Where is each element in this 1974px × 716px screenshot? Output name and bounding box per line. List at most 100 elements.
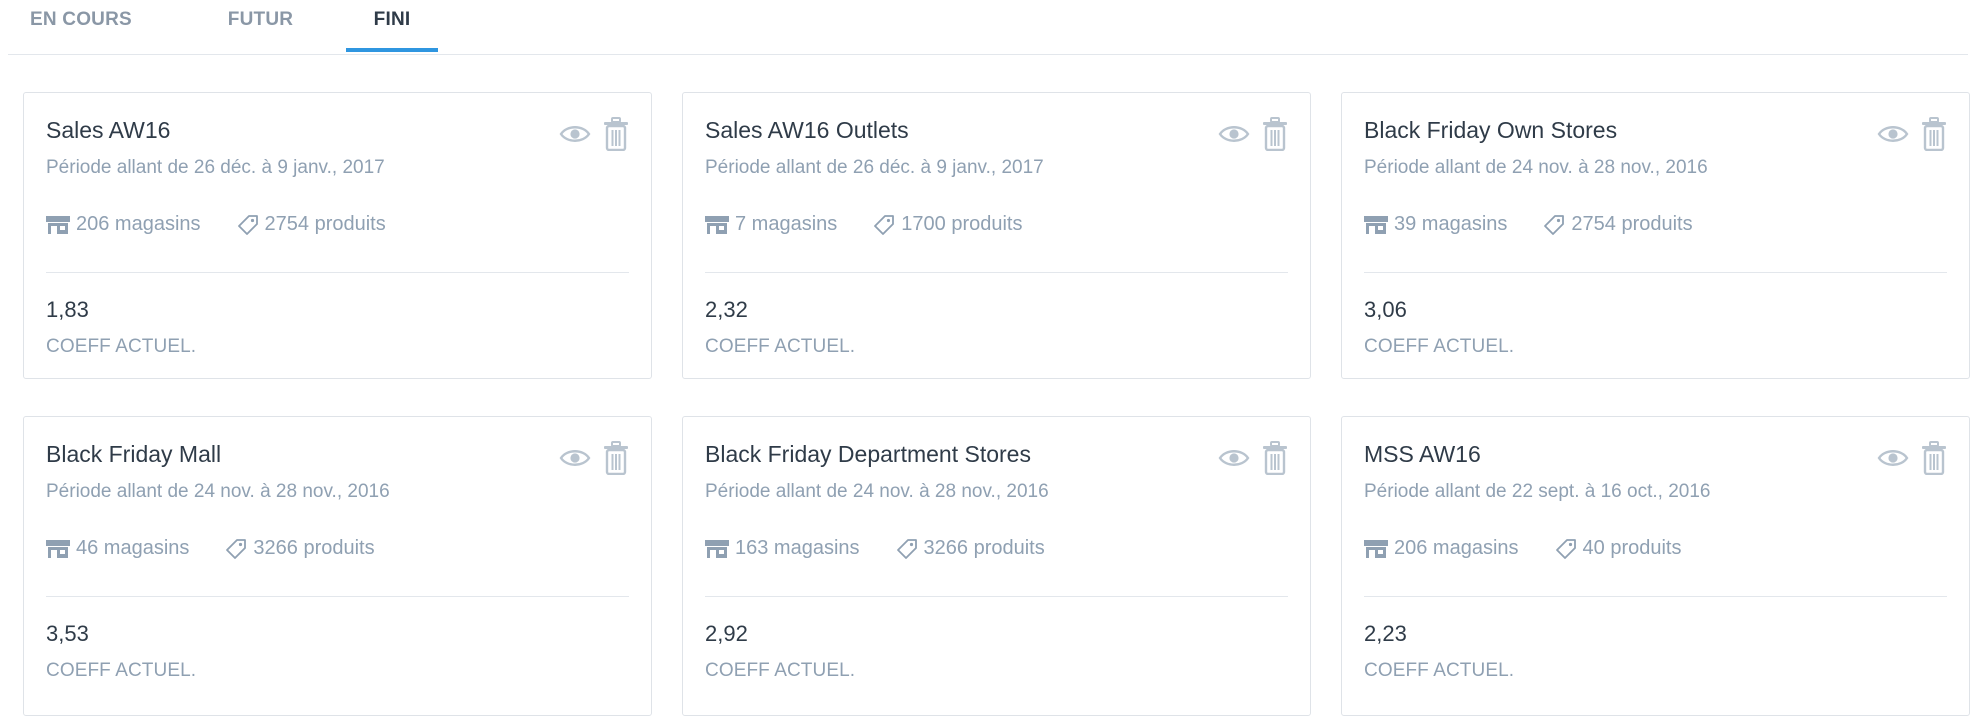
tag-icon: [225, 538, 247, 560]
tab-en-cours[interactable]: EN COURS: [8, 0, 143, 52]
trash-icon[interactable]: [1921, 441, 1947, 475]
card-divider: [1364, 272, 1947, 273]
stores-count: 39 magasins: [1364, 213, 1507, 236]
card-stats: 163 magasins 3266 produits: [705, 537, 1045, 560]
store-icon: [1364, 215, 1388, 235]
products-label: 2754 produits: [1571, 213, 1693, 235]
coeff-value: 2,23: [1364, 621, 1407, 646]
tag-icon: [873, 214, 895, 236]
eye-icon[interactable]: [1218, 123, 1250, 145]
store-icon: [46, 215, 70, 235]
trash-icon[interactable]: [1921, 117, 1947, 151]
tab-fini[interactable]: FINI: [346, 0, 438, 52]
stores-count: 163 magasins: [705, 537, 860, 560]
trash-icon[interactable]: [603, 117, 629, 151]
card-period: Période allant de 24 nov. à 28 nov., 201…: [46, 481, 390, 502]
stores-label: 206 magasins: [1394, 537, 1519, 559]
eye-icon[interactable]: [1218, 447, 1250, 469]
coeff-label: COEFF ACTUEL.: [46, 660, 197, 681]
stores-label: 206 magasins: [76, 213, 201, 235]
campaign-card[interactable]: MSS AW16 Période allant de 22 sept. à 16…: [1341, 416, 1970, 716]
card-divider: [705, 596, 1288, 597]
products-label: 3266 produits: [253, 537, 375, 559]
card-actions: [559, 441, 629, 475]
coeff-value: 2,92: [705, 621, 748, 646]
store-icon: [705, 539, 729, 559]
eye-icon[interactable]: [559, 123, 591, 145]
card-divider: [705, 272, 1288, 273]
stores-label: 46 magasins: [76, 537, 190, 559]
stores-count: 46 magasins: [46, 537, 189, 560]
tag-icon: [896, 538, 918, 560]
products-count: 3266 produits: [225, 537, 375, 560]
card-stats: 39 magasins 2754 produits: [1364, 213, 1693, 236]
card-divider: [46, 596, 629, 597]
eye-icon[interactable]: [1877, 447, 1909, 469]
card-actions: [559, 117, 629, 151]
tag-icon: [1543, 214, 1565, 236]
coeff-value: 3,06: [1364, 297, 1407, 322]
card-actions: [1877, 441, 1947, 475]
products-label: 2754 produits: [264, 213, 386, 235]
card-actions: [1877, 117, 1947, 151]
coeff-label: COEFF ACTUEL.: [705, 336, 856, 357]
card-period: Période allant de 22 sept. à 16 oct., 20…: [1364, 481, 1711, 502]
coeff-label: COEFF ACTUEL.: [705, 660, 856, 681]
stores-label: 7 magasins: [735, 213, 838, 235]
store-icon: [46, 539, 70, 559]
card-period: Période allant de 24 nov. à 28 nov., 201…: [705, 481, 1049, 502]
card-divider: [1364, 596, 1947, 597]
card-stats: 46 magasins 3266 produits: [46, 537, 375, 560]
products-label: 3266 produits: [923, 537, 1045, 559]
card-title: Sales AW16: [46, 117, 171, 143]
eye-icon[interactable]: [559, 447, 591, 469]
coeff-label: COEFF ACTUEL.: [46, 336, 197, 357]
coeff-value: 2,32: [705, 297, 748, 322]
products-count: 1700 produits: [873, 213, 1022, 236]
card-period: Période allant de 26 déc. à 9 janv., 201…: [705, 157, 1044, 178]
campaign-card[interactable]: Sales AW16 Période allant de 26 déc. à 9…: [23, 92, 652, 379]
card-stats: 206 magasins 2754 produits: [46, 213, 386, 236]
card-title: MSS AW16: [1364, 441, 1481, 467]
tab-futur[interactable]: FUTUR: [208, 0, 313, 52]
coeff-label: COEFF ACTUEL.: [1364, 660, 1515, 681]
store-icon: [1364, 539, 1388, 559]
tab-bar: EN COURS FUTUR FINI: [8, 0, 1968, 55]
stores-count: 206 magasins: [1364, 537, 1519, 560]
card-stats: 7 magasins 1700 produits: [705, 213, 1022, 236]
coeff-label: COEFF ACTUEL.: [1364, 336, 1515, 357]
card-title: Black Friday Mall: [46, 441, 222, 467]
store-icon: [705, 215, 729, 235]
tag-icon: [1555, 538, 1577, 560]
card-title: Sales AW16 Outlets: [705, 117, 909, 143]
trash-icon[interactable]: [603, 441, 629, 475]
products-count: 2754 produits: [1543, 213, 1693, 236]
stores-count: 206 magasins: [46, 213, 201, 236]
card-title: Black Friday Department Stores: [705, 441, 1031, 467]
coeff-value: 1,83: [46, 297, 89, 322]
products-count: 2754 produits: [237, 213, 386, 236]
card-actions: [1218, 117, 1288, 151]
card-actions: [1218, 441, 1288, 475]
coeff-value: 3,53: [46, 621, 89, 646]
stores-count: 7 magasins: [705, 213, 837, 236]
products-label: 1700 produits: [901, 213, 1023, 235]
campaign-card[interactable]: Black Friday Department Stores Période a…: [682, 416, 1311, 716]
card-stats: 206 magasins 40 produits: [1364, 537, 1682, 560]
products-count: 40 produits: [1555, 537, 1682, 560]
products-count: 3266 produits: [896, 537, 1045, 560]
campaign-card[interactable]: Black Friday Mall Période allant de 24 n…: [23, 416, 652, 716]
stores-label: 163 magasins: [735, 537, 860, 559]
tag-icon: [237, 214, 259, 236]
card-period: Période allant de 26 déc. à 9 janv., 201…: [46, 157, 385, 178]
trash-icon[interactable]: [1262, 117, 1288, 151]
products-label: 40 produits: [1582, 537, 1682, 559]
eye-icon[interactable]: [1877, 123, 1909, 145]
stores-label: 39 magasins: [1394, 213, 1508, 235]
campaign-card[interactable]: Sales AW16 Outlets Période allant de 26 …: [682, 92, 1311, 379]
card-title: Black Friday Own Stores: [1364, 117, 1618, 143]
card-divider: [46, 272, 629, 273]
card-period: Période allant de 24 nov. à 28 nov., 201…: [1364, 157, 1708, 178]
trash-icon[interactable]: [1262, 441, 1288, 475]
campaign-card[interactable]: Black Friday Own Stores Période allant d…: [1341, 92, 1970, 379]
